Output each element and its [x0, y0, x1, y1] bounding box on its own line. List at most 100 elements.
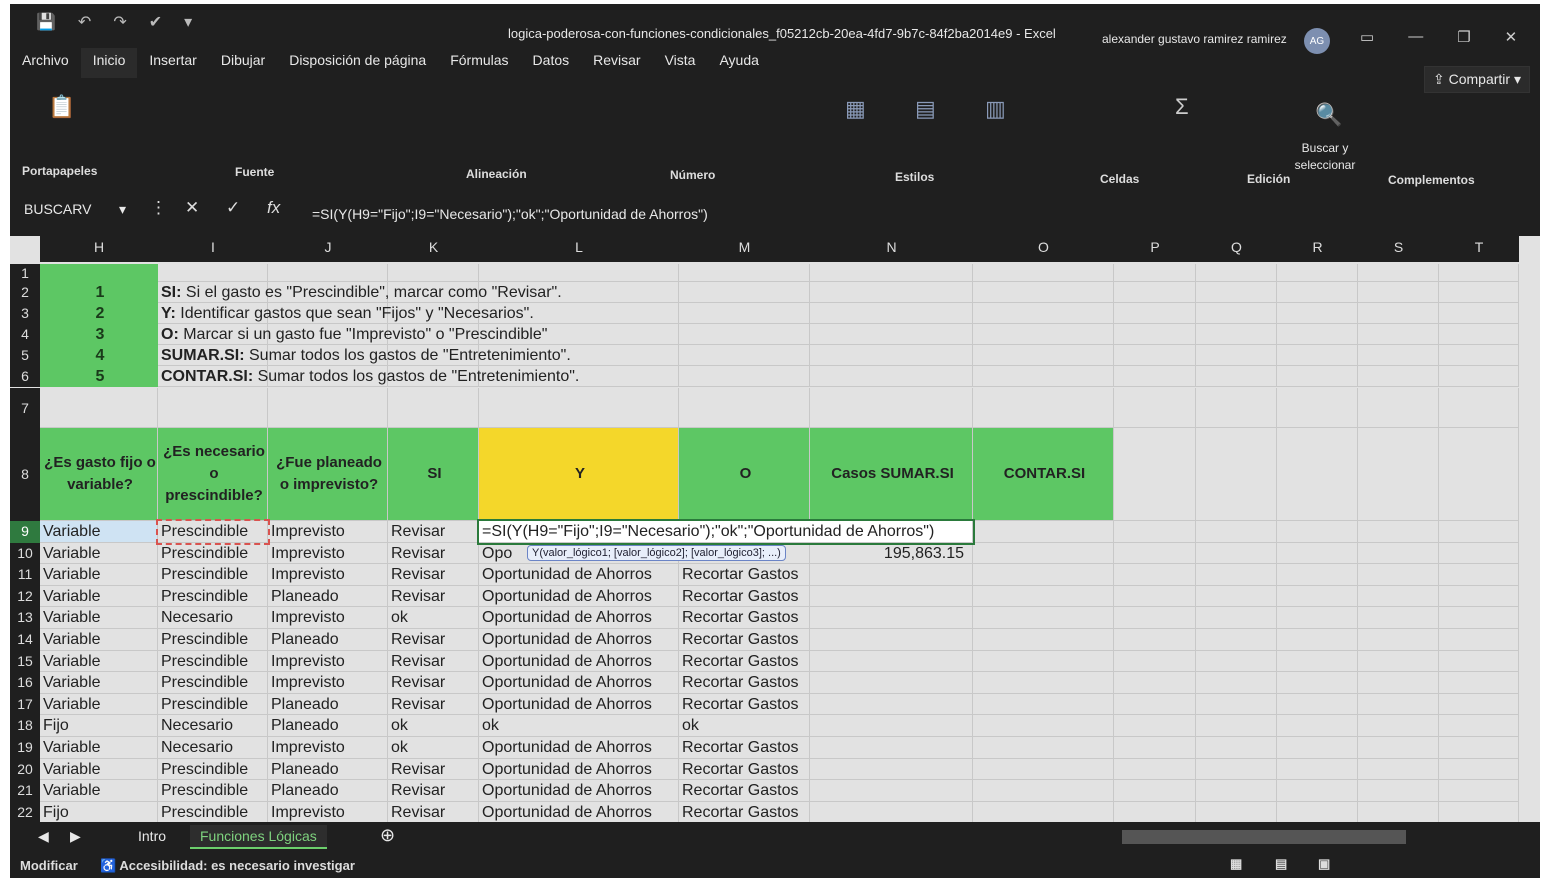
grid-cell[interactable]	[1277, 585, 1358, 608]
grid-cell[interactable]	[1358, 607, 1439, 629]
grid-cell[interactable]	[1439, 521, 1519, 543]
grid-cell[interactable]	[388, 388, 479, 428]
cancel-icon[interactable]: ✕	[185, 198, 199, 218]
table-cell[interactable]: Revisar	[388, 672, 479, 694]
table-cell[interactable]: Prescindible	[158, 780, 268, 802]
table-cell[interactable]: Variable	[40, 650, 158, 673]
table-cell[interactable]: Variable	[40, 672, 158, 694]
grid-cell[interactable]	[973, 629, 1114, 651]
column-header[interactable]: K	[388, 236, 479, 262]
row-header[interactable]: 8	[10, 428, 40, 521]
grid-cell[interactable]	[679, 345, 810, 366]
table-cell[interactable]: Recortar Gastos	[679, 650, 810, 673]
grid-cell[interactable]	[810, 629, 973, 651]
table-cell[interactable]: Recortar Gastos	[679, 737, 810, 759]
table-cell[interactable]: Imprevisto	[268, 542, 388, 565]
grid-cell[interactable]	[810, 585, 973, 608]
table-cell[interactable]: Prescindible	[158, 564, 268, 586]
table-cell[interactable]: Necesario	[158, 715, 268, 737]
grid-cell[interactable]	[1439, 715, 1519, 737]
close-icon[interactable]: ✕	[1505, 28, 1518, 46]
grid-cell[interactable]	[973, 564, 1114, 586]
row-header[interactable]: 10	[10, 542, 40, 565]
table-cell[interactable]: Recortar Gastos	[679, 693, 810, 716]
grid-cell[interactable]	[1114, 758, 1196, 781]
table-cell[interactable]: Revisar	[388, 758, 479, 781]
undo-icon[interactable]: ↶	[78, 12, 91, 32]
row-header[interactable]: 2	[10, 282, 40, 303]
table-cell[interactable]: Imprevisto	[268, 521, 388, 543]
table-cell[interactable]: Oportunidad de Ahorros	[479, 607, 679, 629]
grid-cell[interactable]	[1358, 521, 1439, 543]
grid-cell[interactable]	[1358, 650, 1439, 673]
restore-icon[interactable]: ❐	[1457, 28, 1470, 46]
grid-cell[interactable]	[268, 264, 388, 282]
table-cell[interactable]: Planeado	[268, 693, 388, 716]
normal-view-icon[interactable]: ▦	[1230, 856, 1242, 872]
grid-cell[interactable]	[1114, 282, 1196, 303]
table-cell[interactable]: Variable	[40, 521, 158, 543]
grid-cell[interactable]	[973, 737, 1114, 759]
row-header[interactable]: 7	[10, 388, 40, 428]
grid-cell[interactable]	[1196, 607, 1277, 629]
grid-cell[interactable]	[973, 264, 1114, 282]
row-header[interactable]: 14	[10, 629, 40, 651]
table-cell[interactable]: Revisar	[388, 629, 479, 651]
grid-cell[interactable]	[810, 715, 973, 737]
table-cell[interactable]: Fijo	[40, 715, 158, 737]
table-cell[interactable]: Imprevisto	[268, 650, 388, 673]
grid-cell[interactable]	[1439, 607, 1519, 629]
grid-cell[interactable]	[973, 324, 1114, 345]
grid-cell[interactable]	[973, 303, 1114, 324]
grid-cell[interactable]	[1277, 282, 1358, 303]
column-header[interactable]: T	[1439, 236, 1519, 262]
table-cell[interactable]: Necesario	[158, 607, 268, 629]
grid-cell[interactable]	[1439, 345, 1519, 366]
table-cell[interactable]: ok	[479, 715, 679, 737]
column-header[interactable]: N	[810, 236, 973, 262]
table-cell[interactable]: Revisar	[388, 780, 479, 802]
paste-icon[interactable]: 📋	[48, 94, 75, 120]
grid-cell[interactable]	[1114, 715, 1196, 737]
row-header[interactable]: 20	[10, 758, 40, 781]
grid-cell[interactable]	[1196, 758, 1277, 781]
grid-cell[interactable]	[1277, 672, 1358, 694]
grid-cell[interactable]	[1196, 282, 1277, 303]
grid-cell[interactable]	[1439, 303, 1519, 324]
grid-cell[interactable]	[1196, 737, 1277, 759]
table-cell[interactable]: Oportunidad de Ahorros	[479, 737, 679, 759]
table-cell[interactable]: ok	[388, 737, 479, 759]
table-cell[interactable]: Prescindible	[158, 542, 268, 565]
sheet-tab-intro[interactable]: Intro	[128, 825, 176, 847]
grid-cell[interactable]	[1358, 737, 1439, 759]
grid-cell[interactable]	[1196, 542, 1277, 565]
table-cell[interactable]: Variable	[40, 585, 158, 608]
grid-cell[interactable]	[1358, 282, 1439, 303]
table-cell[interactable]: Recortar Gastos	[679, 801, 810, 822]
menu-tab-archivo[interactable]: Archivo	[10, 48, 81, 78]
column-header[interactable]: J	[268, 236, 388, 262]
row-header[interactable]: 21	[10, 780, 40, 802]
grid-cell[interactable]	[1277, 693, 1358, 716]
insert-function-icon[interactable]: fx	[267, 198, 280, 218]
column-header[interactable]: M	[679, 236, 810, 262]
grid-cell[interactable]	[1439, 693, 1519, 716]
column-header[interactable]: H	[40, 236, 158, 262]
grid-cell[interactable]	[1196, 780, 1277, 802]
grid-cell[interactable]	[1114, 428, 1196, 521]
table-cell[interactable]: Planeado	[268, 780, 388, 802]
grid-cell[interactable]	[1114, 672, 1196, 694]
column-header[interactable]: R	[1277, 236, 1358, 262]
grid-cell[interactable]	[1277, 629, 1358, 651]
grid-cell[interactable]	[973, 715, 1114, 737]
table-cell[interactable]: Prescindible	[158, 650, 268, 673]
table-cell[interactable]: Prescindible	[158, 801, 268, 822]
grid-cell[interactable]	[810, 324, 973, 345]
grid-cell[interactable]	[1277, 737, 1358, 759]
grid-cell[interactable]	[1196, 801, 1277, 822]
grid-cell[interactable]	[1358, 303, 1439, 324]
grid-cell[interactable]	[1196, 585, 1277, 608]
grid-cell[interactable]	[1439, 758, 1519, 781]
grid-cell[interactable]	[1358, 629, 1439, 651]
grid-cell[interactable]	[810, 345, 973, 366]
